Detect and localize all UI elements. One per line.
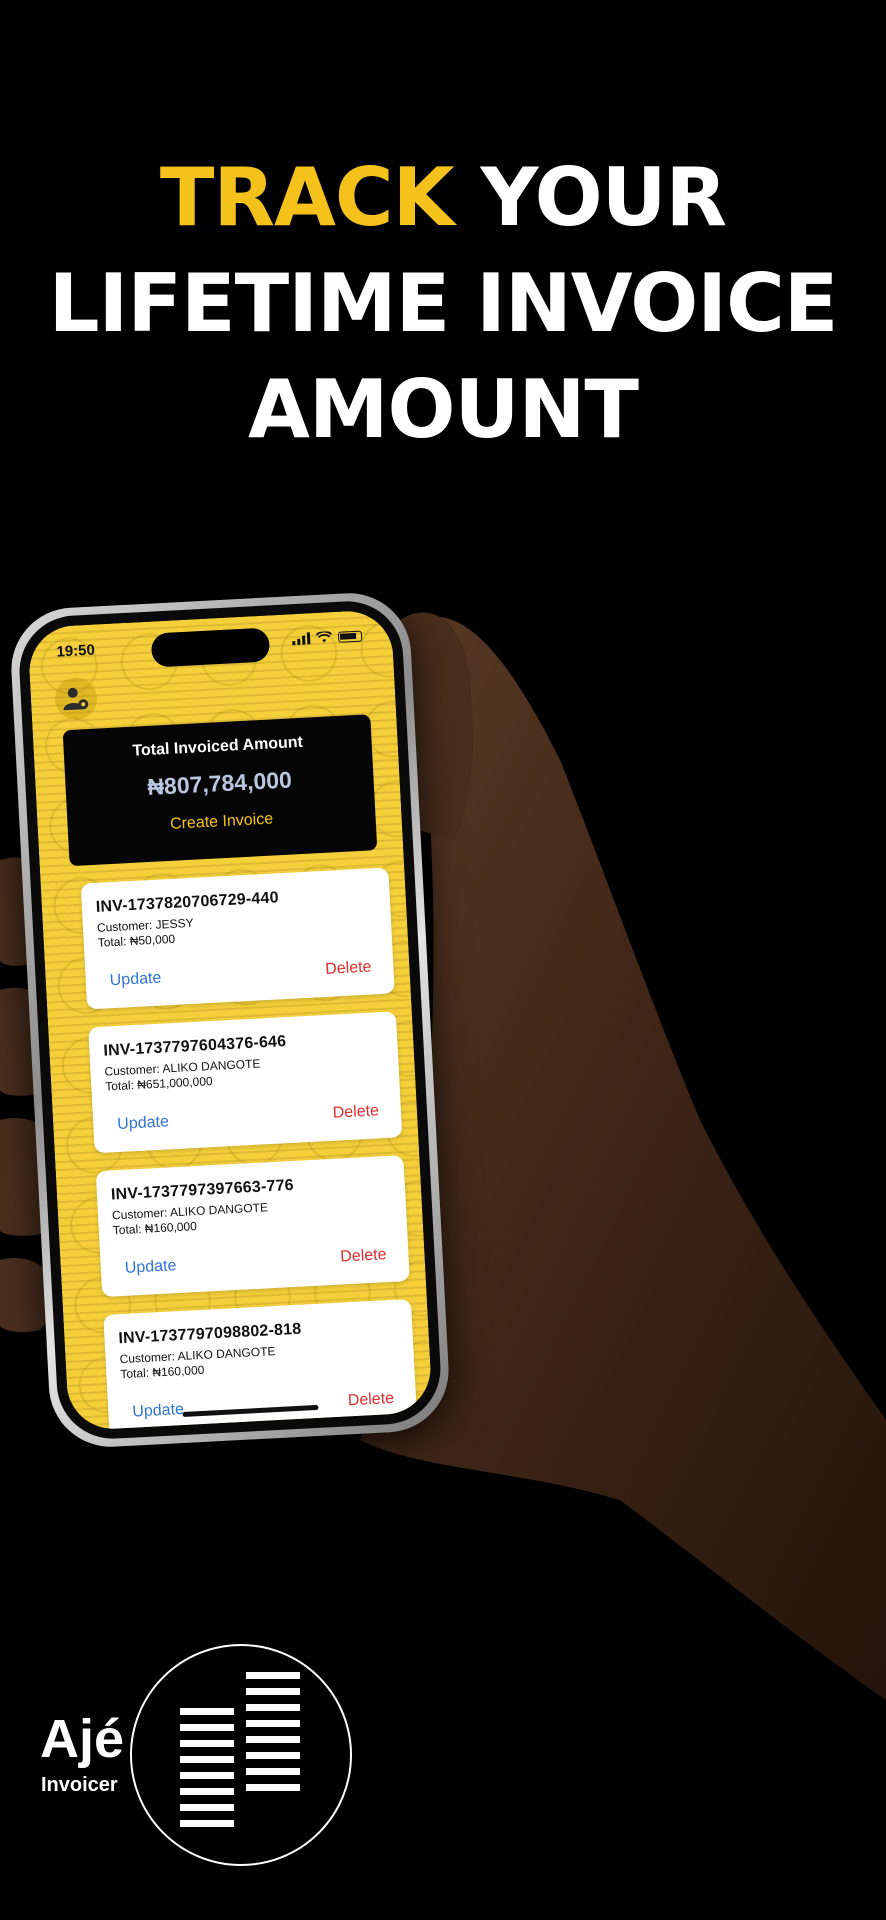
delete-button[interactable]: Delete	[325, 959, 372, 979]
invoice-card: INV-1737797397663-776 Customer: ALIKO DA…	[95, 1155, 410, 1298]
delete-button[interactable]: Delete	[332, 1102, 379, 1122]
logo-wordmark: Ajé	[40, 1709, 125, 1769]
total-invoiced-amount: ₦807,784,000	[146, 766, 293, 800]
delete-button[interactable]: Delete	[340, 1246, 387, 1266]
invoice-actions: Update Delete	[117, 1102, 380, 1134]
signal-icon	[292, 632, 311, 646]
create-invoice-button[interactable]: Create Invoice	[170, 810, 274, 833]
delete-button[interactable]: Delete	[347, 1390, 394, 1410]
update-button[interactable]: Update	[124, 1257, 176, 1278]
status-time: 19:50	[56, 641, 96, 661]
invoice-actions: Update Delete	[124, 1246, 387, 1278]
user-settings-button[interactable]	[53, 676, 99, 721]
battery-icon	[337, 630, 363, 643]
phone-mockup: 19:50 Total Invoiced Amount ₦807,784,000…	[8, 590, 452, 1450]
update-button[interactable]: Update	[117, 1113, 169, 1134]
logo-subtitle: Invoicer	[41, 1774, 118, 1796]
total-invoiced-card: Total Invoiced Amount ₦807,784,000 Creat…	[62, 714, 378, 867]
update-button[interactable]: Update	[109, 970, 161, 991]
total-invoiced-title: Total Invoiced Amount	[132, 733, 304, 760]
invoice-card: INV-1737820706729-440 Customer: JESSY To…	[80, 867, 395, 1010]
update-button[interactable]: Update	[132, 1401, 184, 1422]
logo-bars-icon	[180, 1672, 300, 1827]
invoice-actions: Update Delete	[109, 959, 372, 991]
app-screen: 19:50 Total Invoiced Amount ₦807,784,000…	[27, 609, 433, 1431]
wifi-icon	[315, 631, 333, 643]
status-icons	[292, 630, 363, 646]
user-settings-icon	[63, 687, 89, 711]
invoice-card: INV-1737797604376-646 Customer: ALIKO DA…	[88, 1011, 403, 1154]
dynamic-island	[150, 627, 271, 668]
